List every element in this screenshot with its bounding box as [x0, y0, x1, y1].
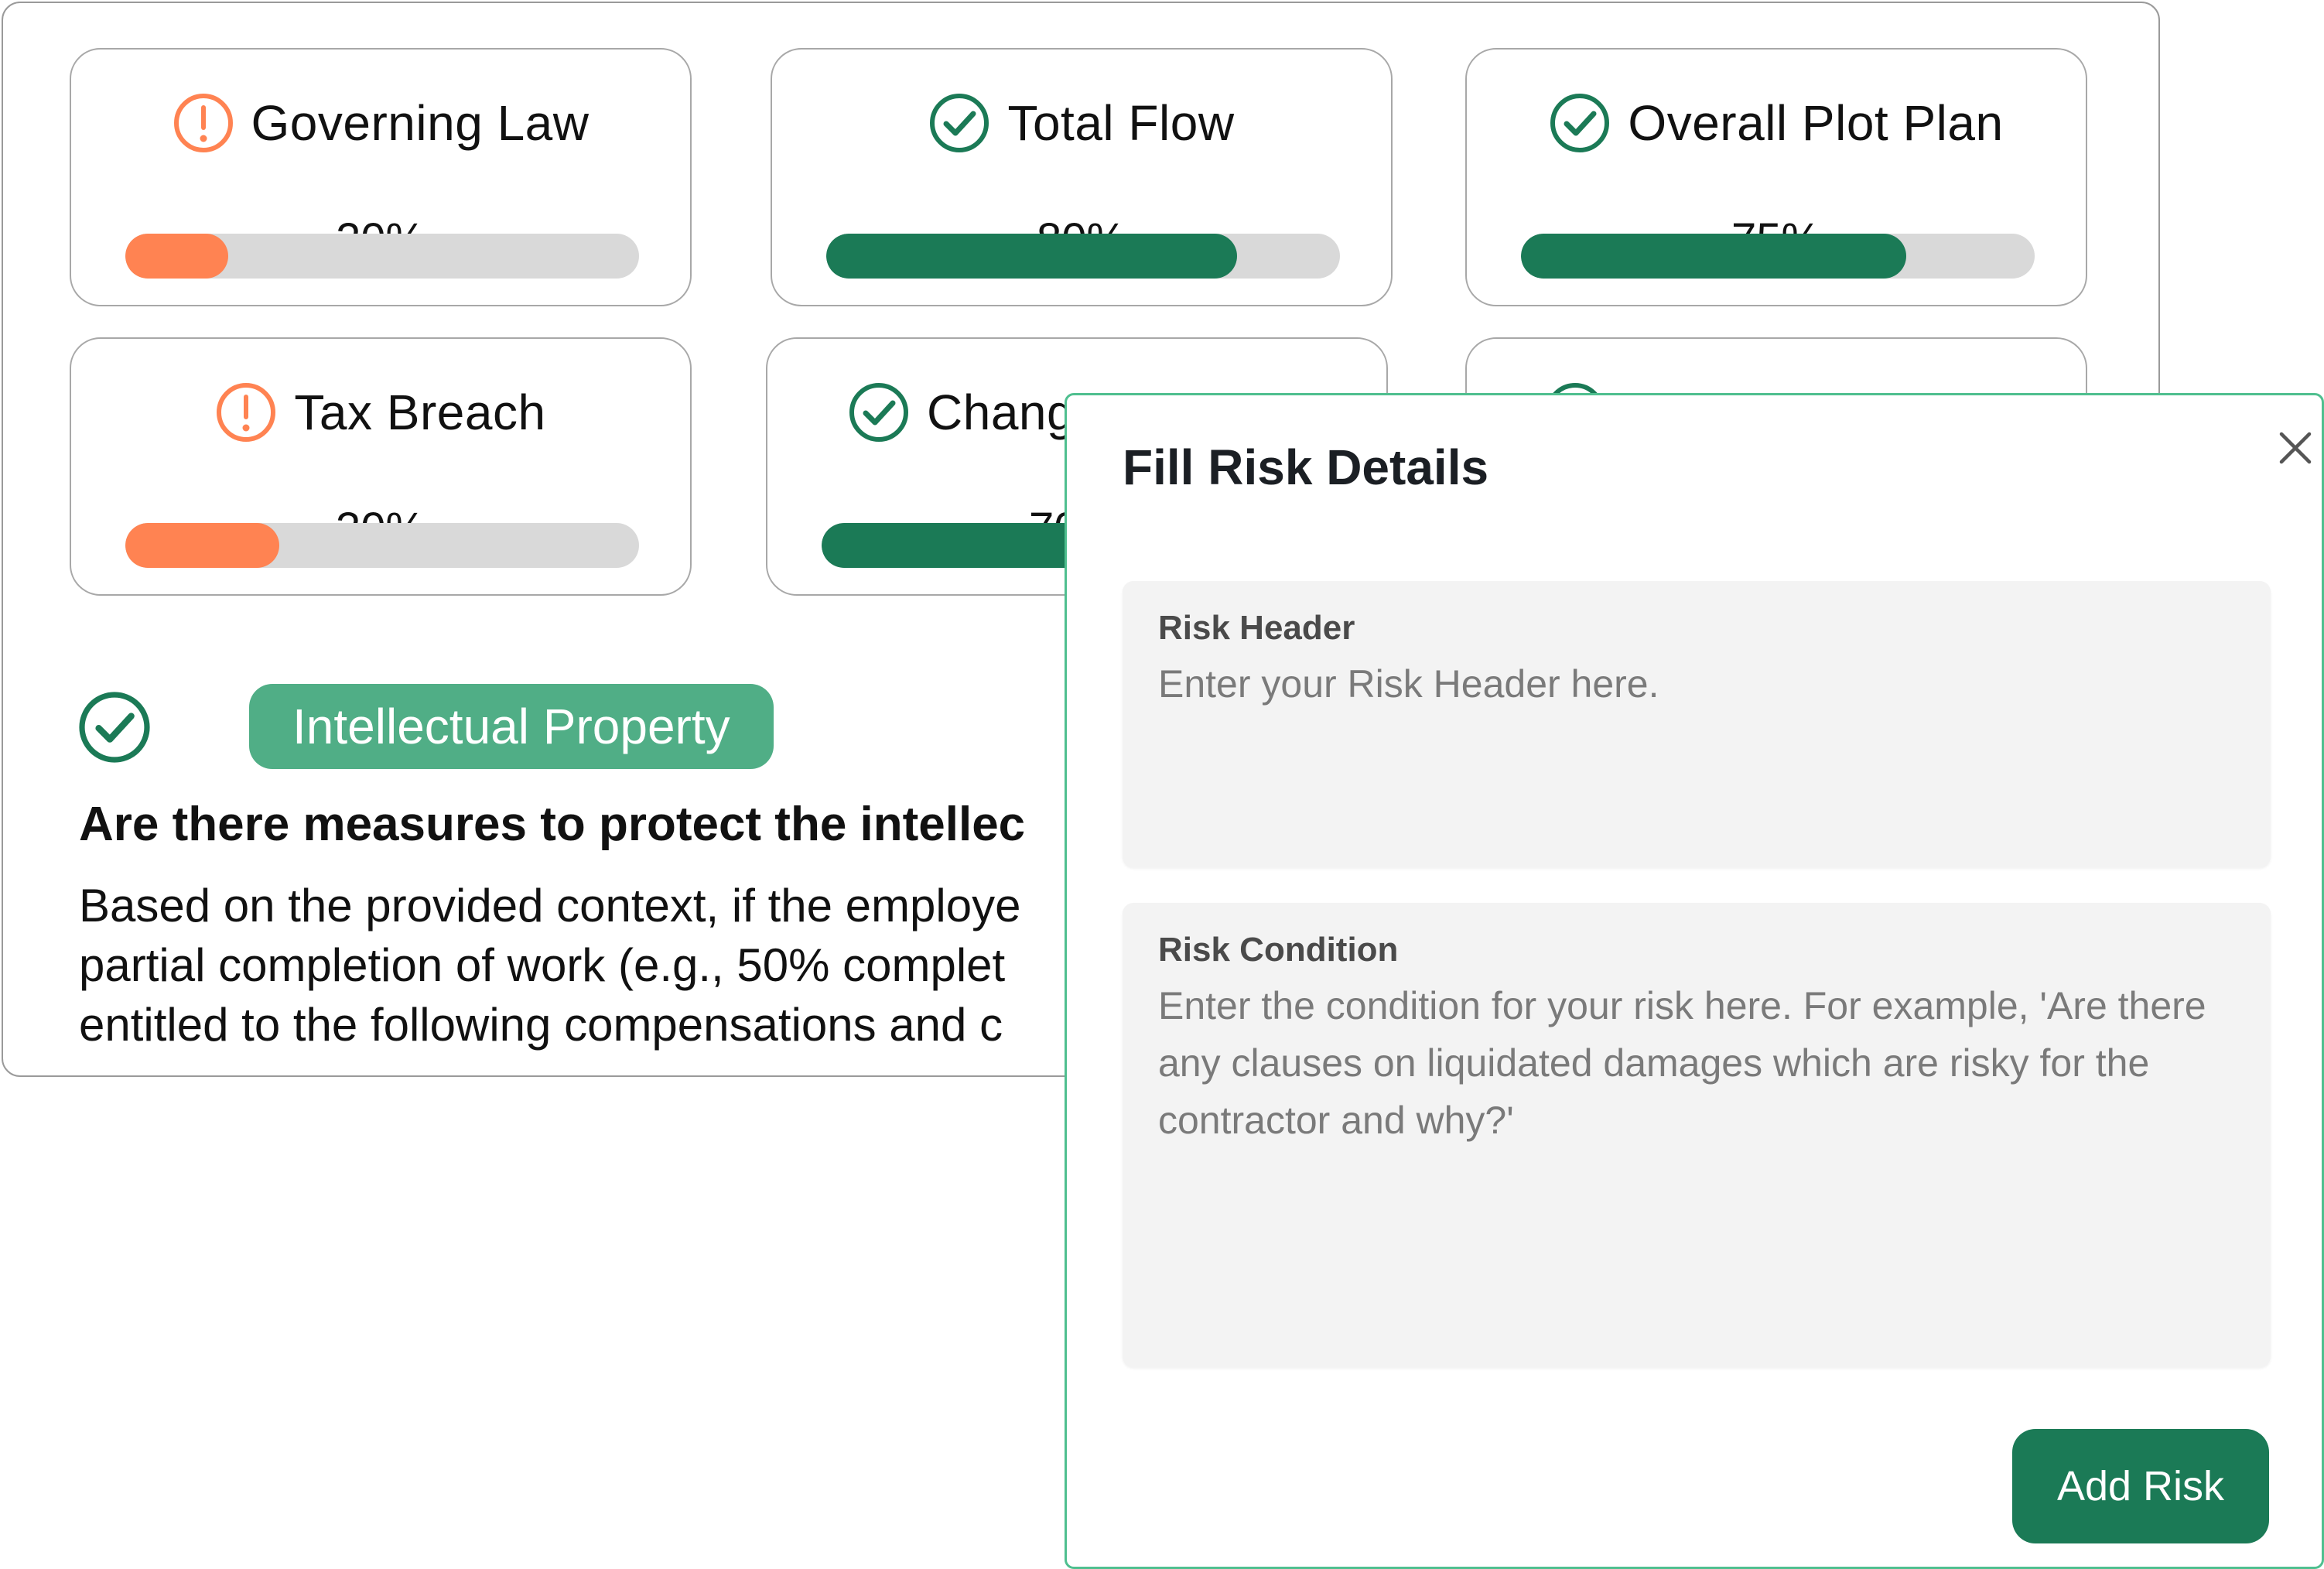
progress-fill — [1521, 234, 1906, 279]
exclamation-circle-icon — [173, 94, 233, 152]
progress-track — [826, 234, 1340, 279]
fill-risk-details-modal: Fill Risk Details Risk Header Risk Condi… — [1065, 393, 2324, 1569]
exclamation-circle-icon — [217, 383, 276, 442]
add-risk-button[interactable]: Add Risk — [2012, 1429, 2269, 1543]
risk-condition-label: Risk Condition — [1158, 931, 1399, 969]
risk-card-title: Chang — [927, 385, 1075, 440]
check-circle-icon — [849, 383, 908, 442]
check-circle-icon — [79, 692, 150, 763]
risk-card-title: Overall Plot Plan — [1628, 95, 2004, 151]
answer-line: partial completion of work (e.g., 50% co… — [79, 939, 1006, 991]
risk-card-overall-plot-plan[interactable]: Overall Plot Plan 75% — [1465, 48, 2087, 306]
risk-card-title: Total Flow — [1007, 95, 1235, 151]
progress-fill — [826, 234, 1238, 279]
modal-title: Fill Risk Details — [1123, 439, 1489, 495]
category-badge: Intellectual Property — [249, 684, 774, 769]
risk-header-label: Risk Header — [1158, 609, 1355, 647]
progress-fill — [125, 523, 280, 568]
answer-line: Based on the provided context, if the em… — [79, 880, 1021, 931]
risk-card-title: Tax Breach — [294, 385, 546, 440]
risk-card-governing-law[interactable]: Governing Law 20% — [70, 48, 692, 306]
risk-condition-input[interactable] — [1158, 977, 2241, 1341]
risk-card-total-flow[interactable]: Total Flow 80% — [771, 48, 1393, 306]
risk-question: Are there measures to protect the intell… — [79, 798, 1026, 851]
risk-card-tax-breach[interactable]: Tax Breach 30% — [70, 337, 692, 596]
progress-track — [125, 234, 639, 279]
check-circle-icon — [1550, 94, 1610, 152]
risk-answer: Based on the provided context, if the em… — [79, 876, 1020, 1055]
check-circle-icon — [930, 94, 989, 152]
progress-track — [125, 523, 639, 568]
risk-card-title: Governing Law — [251, 95, 590, 151]
risk-header-field: Risk Header — [1123, 581, 2271, 867]
progress-track — [1521, 234, 2035, 279]
risk-header-input[interactable] — [1158, 655, 2241, 841]
progress-fill — [125, 234, 228, 279]
close-icon[interactable] — [2271, 423, 2320, 473]
risk-condition-field: Risk Condition — [1123, 903, 2271, 1367]
answer-line: entitled to the following compensations … — [79, 999, 1003, 1051]
